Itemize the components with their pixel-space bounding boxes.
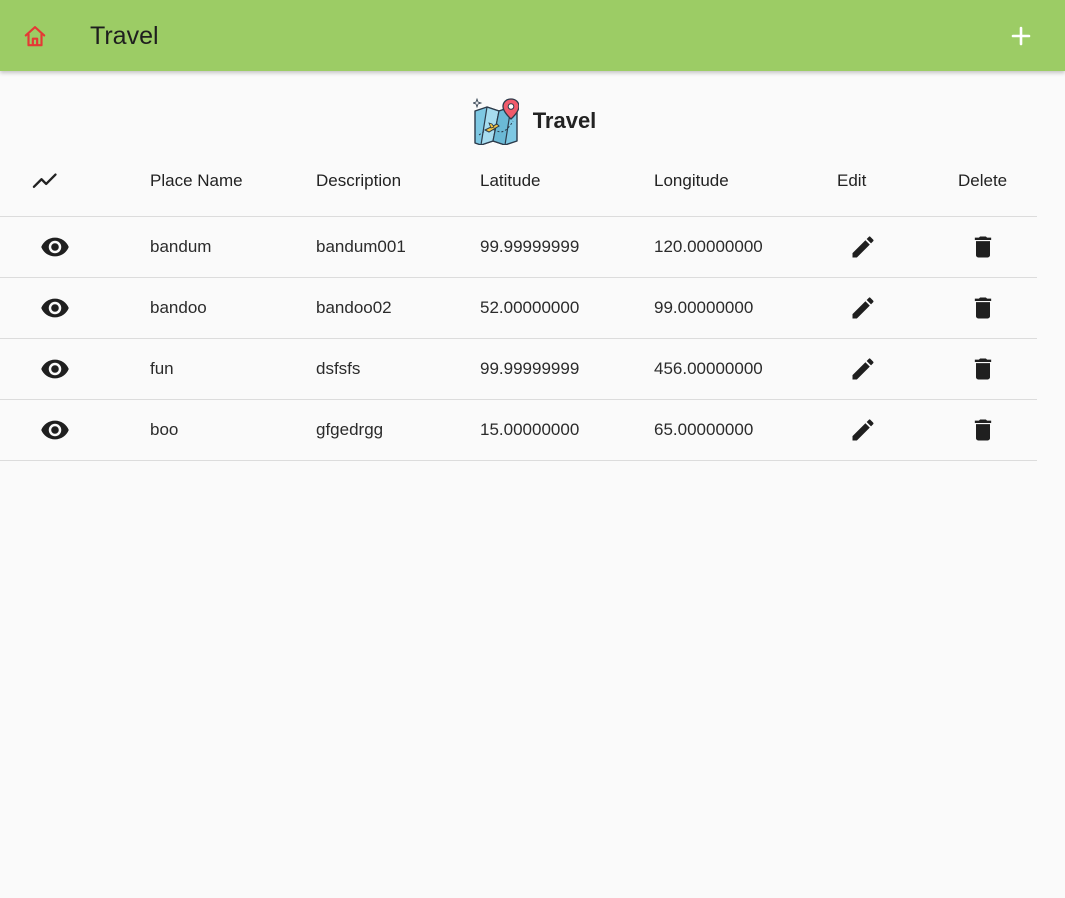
column-header-description[interactable]: Description [316, 146, 401, 216]
column-header-edit: Edit [837, 171, 867, 190]
trend-column-header[interactable] [30, 146, 60, 216]
pencil-icon [852, 358, 874, 380]
cell-latitude: 15.00000000 [480, 420, 580, 439]
delete-button[interactable] [956, 339, 1010, 399]
eye-icon [41, 237, 69, 257]
pencil-icon [852, 236, 874, 258]
view-button[interactable] [30, 400, 80, 460]
delete-button[interactable] [956, 278, 1010, 338]
edit-button[interactable] [836, 217, 890, 277]
edit-button[interactable] [836, 339, 890, 399]
page-header: Travel [0, 96, 1065, 146]
cell-longitude: 456.00000000 [654, 359, 763, 378]
edit-button[interactable] [836, 278, 890, 338]
places-table: Place Name Description Latitude Longitud… [0, 146, 1037, 461]
cell-place-name: boo [150, 420, 179, 439]
delete-button[interactable] [956, 400, 1010, 460]
home-icon [24, 26, 46, 47]
cell-longitude: 65.00000000 [654, 420, 754, 439]
view-button[interactable] [30, 339, 80, 399]
column-header-delete: Delete [958, 171, 1008, 190]
cell-description: bandum001 [316, 237, 406, 256]
cell-description: dsfsfs [316, 359, 361, 378]
column-header-longitude[interactable]: Longitude [654, 146, 729, 216]
edit-button[interactable] [836, 400, 890, 460]
cell-latitude: 52.00000000 [480, 298, 580, 317]
eye-icon [41, 298, 69, 318]
plus-icon [1011, 26, 1031, 46]
table-row: fun dsfsfs 99.99999999 456.00000000 [0, 339, 1037, 400]
delete-button[interactable] [956, 217, 1010, 277]
home-button[interactable] [14, 15, 56, 57]
pencil-icon [852, 297, 874, 319]
table-header: Place Name Description Latitude Longitud… [0, 146, 1037, 217]
trash-icon [974, 358, 992, 380]
table-row: bandoo bandoo02 52.00000000 99.00000000 [0, 278, 1037, 339]
cell-place-name: bandoo [150, 298, 207, 317]
view-button[interactable] [30, 217, 80, 277]
cell-place-name: fun [150, 359, 174, 378]
cell-latitude: 99.99999999 [480, 237, 580, 256]
page-title: Travel [532, 108, 597, 133]
trending-icon [32, 173, 57, 188]
pencil-icon [852, 419, 874, 441]
cell-description: bandoo02 [316, 298, 392, 317]
app-bar: Travel [0, 0, 1065, 71]
trash-icon [974, 236, 992, 258]
eye-icon [41, 359, 69, 379]
cell-longitude: 120.00000000 [654, 237, 763, 256]
column-header-latitude[interactable]: Latitude [480, 146, 541, 216]
view-button[interactable] [30, 278, 80, 338]
trash-icon [974, 419, 992, 441]
eye-icon [41, 420, 69, 440]
column-header-place-name[interactable]: Place Name [150, 146, 243, 216]
cell-place-name: bandum [150, 237, 212, 256]
table-row: bandum bandum001 99.99999999 120.0000000… [0, 217, 1037, 278]
trash-icon [974, 297, 992, 319]
add-place-button[interactable] [1001, 16, 1041, 56]
cell-longitude: 99.00000000 [654, 298, 754, 317]
cell-latitude: 99.99999999 [480, 359, 580, 378]
travel-map-icon [472, 97, 519, 145]
app-title: Travel [90, 22, 159, 50]
cell-description: gfgedrgg [316, 420, 384, 439]
table-row: boo gfgedrgg 15.00000000 65.00000000 [0, 400, 1037, 461]
